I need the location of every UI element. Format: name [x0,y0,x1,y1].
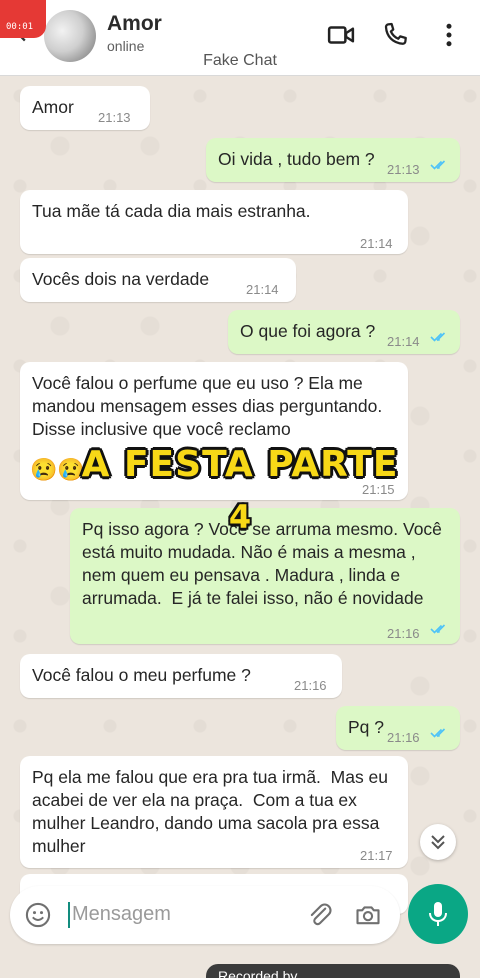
message-time: 21:16 [387,730,420,745]
message-incoming[interactable]: Você falou o meu perfume ? 21:16 [20,654,342,698]
message-time: 21:16 [387,626,420,641]
chevron-double-down-icon [431,835,445,850]
phone-icon[interactable] [380,20,410,50]
recorded-by-label: Recorded by [206,964,460,978]
chat-header: Amor online Fake Chat [0,0,480,76]
chat-title: Fake Chat [203,52,277,69]
message-incoming[interactable]: Pq ela me falou que era pra tua irmã. Ma… [20,756,408,868]
message-outgoing[interactable]: Pq ? 21:16 [336,706,460,750]
message-incoming[interactable]: Tua mãe tá cada dia mais estranha. 21:14 [20,190,408,254]
scroll-to-bottom-button[interactable] [420,824,456,860]
message-incoming[interactable]: Amor 21:13 [20,86,150,130]
video-call-icon[interactable] [326,20,356,50]
message-time: 21:13 [98,110,131,125]
message-time: 21:14 [387,334,420,349]
mic-icon [429,902,447,926]
text-cursor [68,902,70,928]
message-incoming[interactable]: Vocês dois na verdade 21:14 [20,258,296,302]
message-text: Pq ela me falou que era pra tua irmã. Ma… [32,767,393,856]
message-text: Tua mãe tá cada dia mais estranha. [32,201,311,221]
mic-button[interactable] [408,884,468,944]
attach-icon[interactable] [306,901,334,929]
more-vert-icon[interactable] [434,20,464,50]
recording-badge: 00:01 [0,0,46,38]
double-check-icon [430,624,446,634]
message-composer: Mensagem [10,886,400,944]
overlay-part-number: 4 [228,498,252,536]
message-time: 21:14 [360,236,393,251]
camera-icon[interactable] [354,901,382,929]
message-time: 21:14 [246,282,279,297]
message-input[interactable]: Mensagem [72,903,171,926]
double-check-icon [430,160,446,170]
double-check-icon [430,332,446,342]
message-text: Você falou o meu perfume ? [32,665,251,685]
message-outgoing[interactable]: Oi vida , tudo bem ? 21:13 [206,138,460,182]
message-outgoing[interactable]: O que foi agora ? 21:14 [228,310,460,354]
double-check-icon [430,728,446,738]
contact-name[interactable]: Amor [107,12,162,36]
overlay-title: A FESTA PARTE [81,444,399,485]
emoji-icon[interactable] [24,901,52,929]
message-time: 21:16 [294,678,327,693]
message-time: 21:13 [387,162,420,177]
message-time: 21:17 [360,848,393,863]
